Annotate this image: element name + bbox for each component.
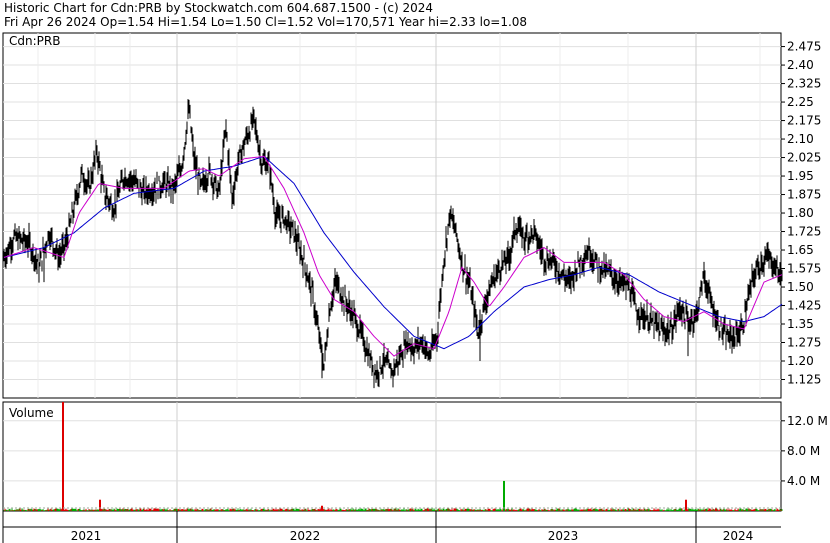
year-label-2023: 2023 [548,529,579,543]
volume-spike [685,499,687,511]
volume-spike [99,499,101,511]
price-tick-label: 2.40 [787,58,814,72]
volume-panel-title: Volume [9,406,54,420]
price-tick-label: 2.25 [787,95,814,109]
volume-spike [62,402,64,511]
price-tick-label: 2.025 [787,151,821,165]
date-axis: 2021 2022 2023 2024 [2,511,781,543]
price-tick-label: 1.575 [787,262,821,276]
price-tick-label: 2.10 [787,132,814,146]
year-label-2024: 2024 [723,529,754,543]
volume-spike [321,505,323,511]
price-tick-label: 2.325 [787,77,821,91]
volume-tick-label: 8.0 M [787,444,820,458]
stock-chart: Historic Chart for Cdn:PRB by Stockwatch… [2,1,828,543]
price-tick-label: 1.95 [787,169,814,183]
price-tick-label: 1.275 [787,336,821,350]
price-tick-label: 1.35 [787,317,814,331]
year-label-2022: 2022 [290,529,321,543]
price-tick-label: 1.50 [787,280,814,294]
header-line1: Historic Chart for Cdn:PRB by Stockwatch… [4,1,433,15]
price-tick-label: 2.175 [787,114,821,128]
price-tick-label: 1.725 [787,225,821,239]
price-tick-label: 1.125 [787,373,821,387]
price-tick-label: 1.425 [787,299,821,313]
price-tick-label: 1.65 [787,243,814,257]
price-panel-title: Cdn:PRB [9,34,60,48]
chart-stage: Historic Chart for Cdn:PRB by Stockwatch… [0,0,830,543]
volume-frame [2,401,782,512]
price-tick-label: 1.20 [787,354,814,368]
price-frame [2,32,782,399]
year-label-2021: 2021 [71,529,102,543]
volume-spike [503,480,505,511]
price-tick-label: 1.875 [787,188,821,202]
price-tick-label: 2.475 [787,40,821,54]
volume-tick-label: 4.0 M [787,474,820,488]
price-tick-label: 1.80 [787,206,814,220]
price-panel: 2.475 2.40 2.325 2.25 2.175 2.10 2.025 1.95 1.87… [2,32,821,399]
volume-panel: 12.0 M 8.0 M 4.0 M [2,401,828,512]
volume-tick-label: 12.0 M [787,414,828,428]
header-line2: Fri Apr 26 2024 Op=1.54 Hi=1.54 Lo=1.50 … [4,15,527,29]
